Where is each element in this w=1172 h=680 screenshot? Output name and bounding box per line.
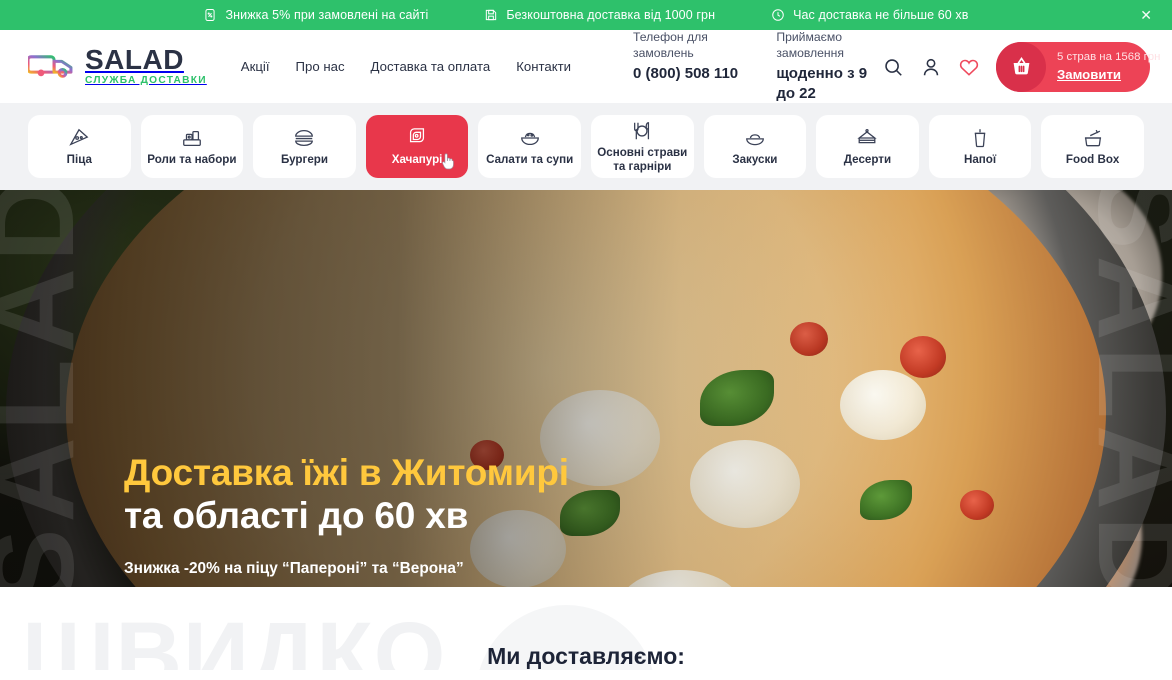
category-label: Піца: [66, 152, 92, 166]
category-label: Food Box: [1065, 152, 1120, 166]
promo-text-delivery-time: Час доставка не більше 60 хв: [793, 8, 969, 22]
category-food-box[interactable]: Food Box: [1041, 115, 1144, 178]
contact-phone-label: Телефон для замовлень: [633, 29, 708, 61]
promo-bar: Знижка 5% при замовлені на сайті Безкошт…: [0, 0, 1172, 30]
cart-button[interactable]: 5 страв на 1568 грн Замовити: [996, 41, 1160, 92]
nav-item-dostavka[interactable]: Доставка та оплата: [371, 59, 491, 74]
category-desserts[interactable]: Десерти: [816, 115, 919, 178]
category-label: Закуски: [732, 152, 778, 166]
logo-subtitle: СЛУЖБА ДОСТАВКИ: [85, 75, 207, 87]
hero-banner: SALAD SALAD Доставка їжі в Житомирі та о…: [0, 190, 1172, 587]
hero-subtitle: Знижка -20% на піцу “Папероні” та “Верон…: [124, 559, 464, 577]
promo-text-discount: Знижка 5% при замовлені на сайті: [225, 8, 429, 22]
category-strip: Піца Роли та набори Бургери Хачапурі Сал…: [0, 103, 1172, 190]
burger-icon: [293, 127, 315, 149]
save-delivery-icon: [484, 8, 498, 22]
nav-item-pro-nas[interactable]: Про нас: [296, 59, 345, 74]
hero-title-line1: Доставка їжі в Житомирі: [124, 452, 569, 493]
percent-badge-icon: [203, 8, 217, 22]
drink-cup-icon: [969, 127, 991, 149]
pizza-slice-icon: [68, 127, 90, 149]
category-main-dishes[interactable]: Основні страви та гарніри: [590, 115, 694, 178]
cart-summary: 5 страв на 1568 грн: [1057, 51, 1161, 63]
promo-item-free-delivery: Безкоштовна доставка від 1000 грн: [484, 8, 715, 22]
category-label: Роли та набори: [147, 152, 237, 166]
basket-icon: [996, 41, 1046, 92]
category-label: Бургери: [280, 152, 328, 166]
cart-order-label[interactable]: Замовити: [1057, 66, 1160, 83]
category-rolls[interactable]: Роли та набори: [140, 115, 244, 178]
category-snacks[interactable]: Закуски: [703, 115, 807, 178]
category-khachapuri[interactable]: Хачапурі: [365, 115, 469, 178]
logo-title: SALAD: [85, 44, 184, 76]
search-icon[interactable]: [882, 56, 904, 78]
main-nav: Акції Про нас Доставка та оплата Контакт…: [241, 59, 571, 74]
clock-icon: [771, 8, 785, 22]
contact-hours-value: щоденно з 9 до 22: [776, 64, 868, 102]
category-label: Десерти: [843, 152, 892, 166]
header-contacts: Телефон для замовлень 0 (800) 508 110 Пр…: [633, 29, 882, 104]
category-pizza[interactable]: Піца: [28, 115, 131, 178]
mouse-cursor-icon: [440, 153, 456, 171]
salad-bowl-icon: [519, 127, 541, 149]
category-label: Хачапурі: [391, 152, 443, 166]
contact-hours: Приймаємо замовлення щоденно з 9 до 22: [776, 29, 882, 104]
contact-hours-label: Приймаємо замовлення: [776, 29, 844, 61]
plate-cutlery-icon: [631, 120, 653, 142]
delivery-truck-icon: [26, 49, 74, 83]
category-drinks[interactable]: Напої: [928, 115, 1032, 178]
heart-icon[interactable]: [958, 56, 980, 78]
site-header: SALAD СЛУЖБА ДОСТАВКИ Акції Про нас Дост…: [0, 30, 1172, 103]
category-salads-soups[interactable]: Салати та супи: [478, 115, 581, 178]
contact-phone: Телефон для замовлень 0 (800) 508 110: [633, 29, 740, 104]
promo-text-free-delivery: Безкоштовна доставка від 1000 грн: [506, 8, 716, 22]
category-burgers[interactable]: Бургери: [253, 115, 356, 178]
food-box-icon: [1082, 127, 1104, 149]
category-label: Напої: [963, 152, 997, 166]
snack-bowl-icon: [744, 127, 766, 149]
hero-title: Доставка їжі в Житомирі та області до 60…: [124, 452, 569, 538]
contact-phone-value[interactable]: 0 (800) 508 110: [633, 64, 740, 84]
sushi-set-icon: [181, 127, 203, 149]
khachapuri-icon: [406, 127, 428, 149]
cake-slice-icon: [856, 127, 878, 149]
category-label: Основні страви та гарніри: [597, 145, 688, 173]
section-title: Ми доставляємо:: [487, 643, 685, 669]
logo[interactable]: SALAD СЛУЖБА ДОСТАВКИ: [26, 44, 207, 87]
hero-content: Доставка їжі в Житомирі та області до 60…: [124, 452, 569, 587]
promo-item-delivery-time: Час доставка не більше 60 хв: [771, 8, 968, 22]
promo-close-button[interactable]: ✕: [1140, 8, 1152, 22]
header-icon-group: [882, 56, 980, 78]
category-label: Салати та супи: [486, 152, 574, 166]
nav-item-kontakty[interactable]: Контакти: [516, 59, 571, 74]
promo-item-discount: Знижка 5% при замовлені на сайті: [203, 8, 428, 22]
hero-title-line2: та області до 60 хв: [124, 494, 469, 536]
delivery-section: ШВИДКО Ми доставляємо:: [0, 587, 1172, 670]
user-icon[interactable]: [920, 56, 942, 78]
nav-item-akcii[interactable]: Акції: [241, 59, 270, 74]
